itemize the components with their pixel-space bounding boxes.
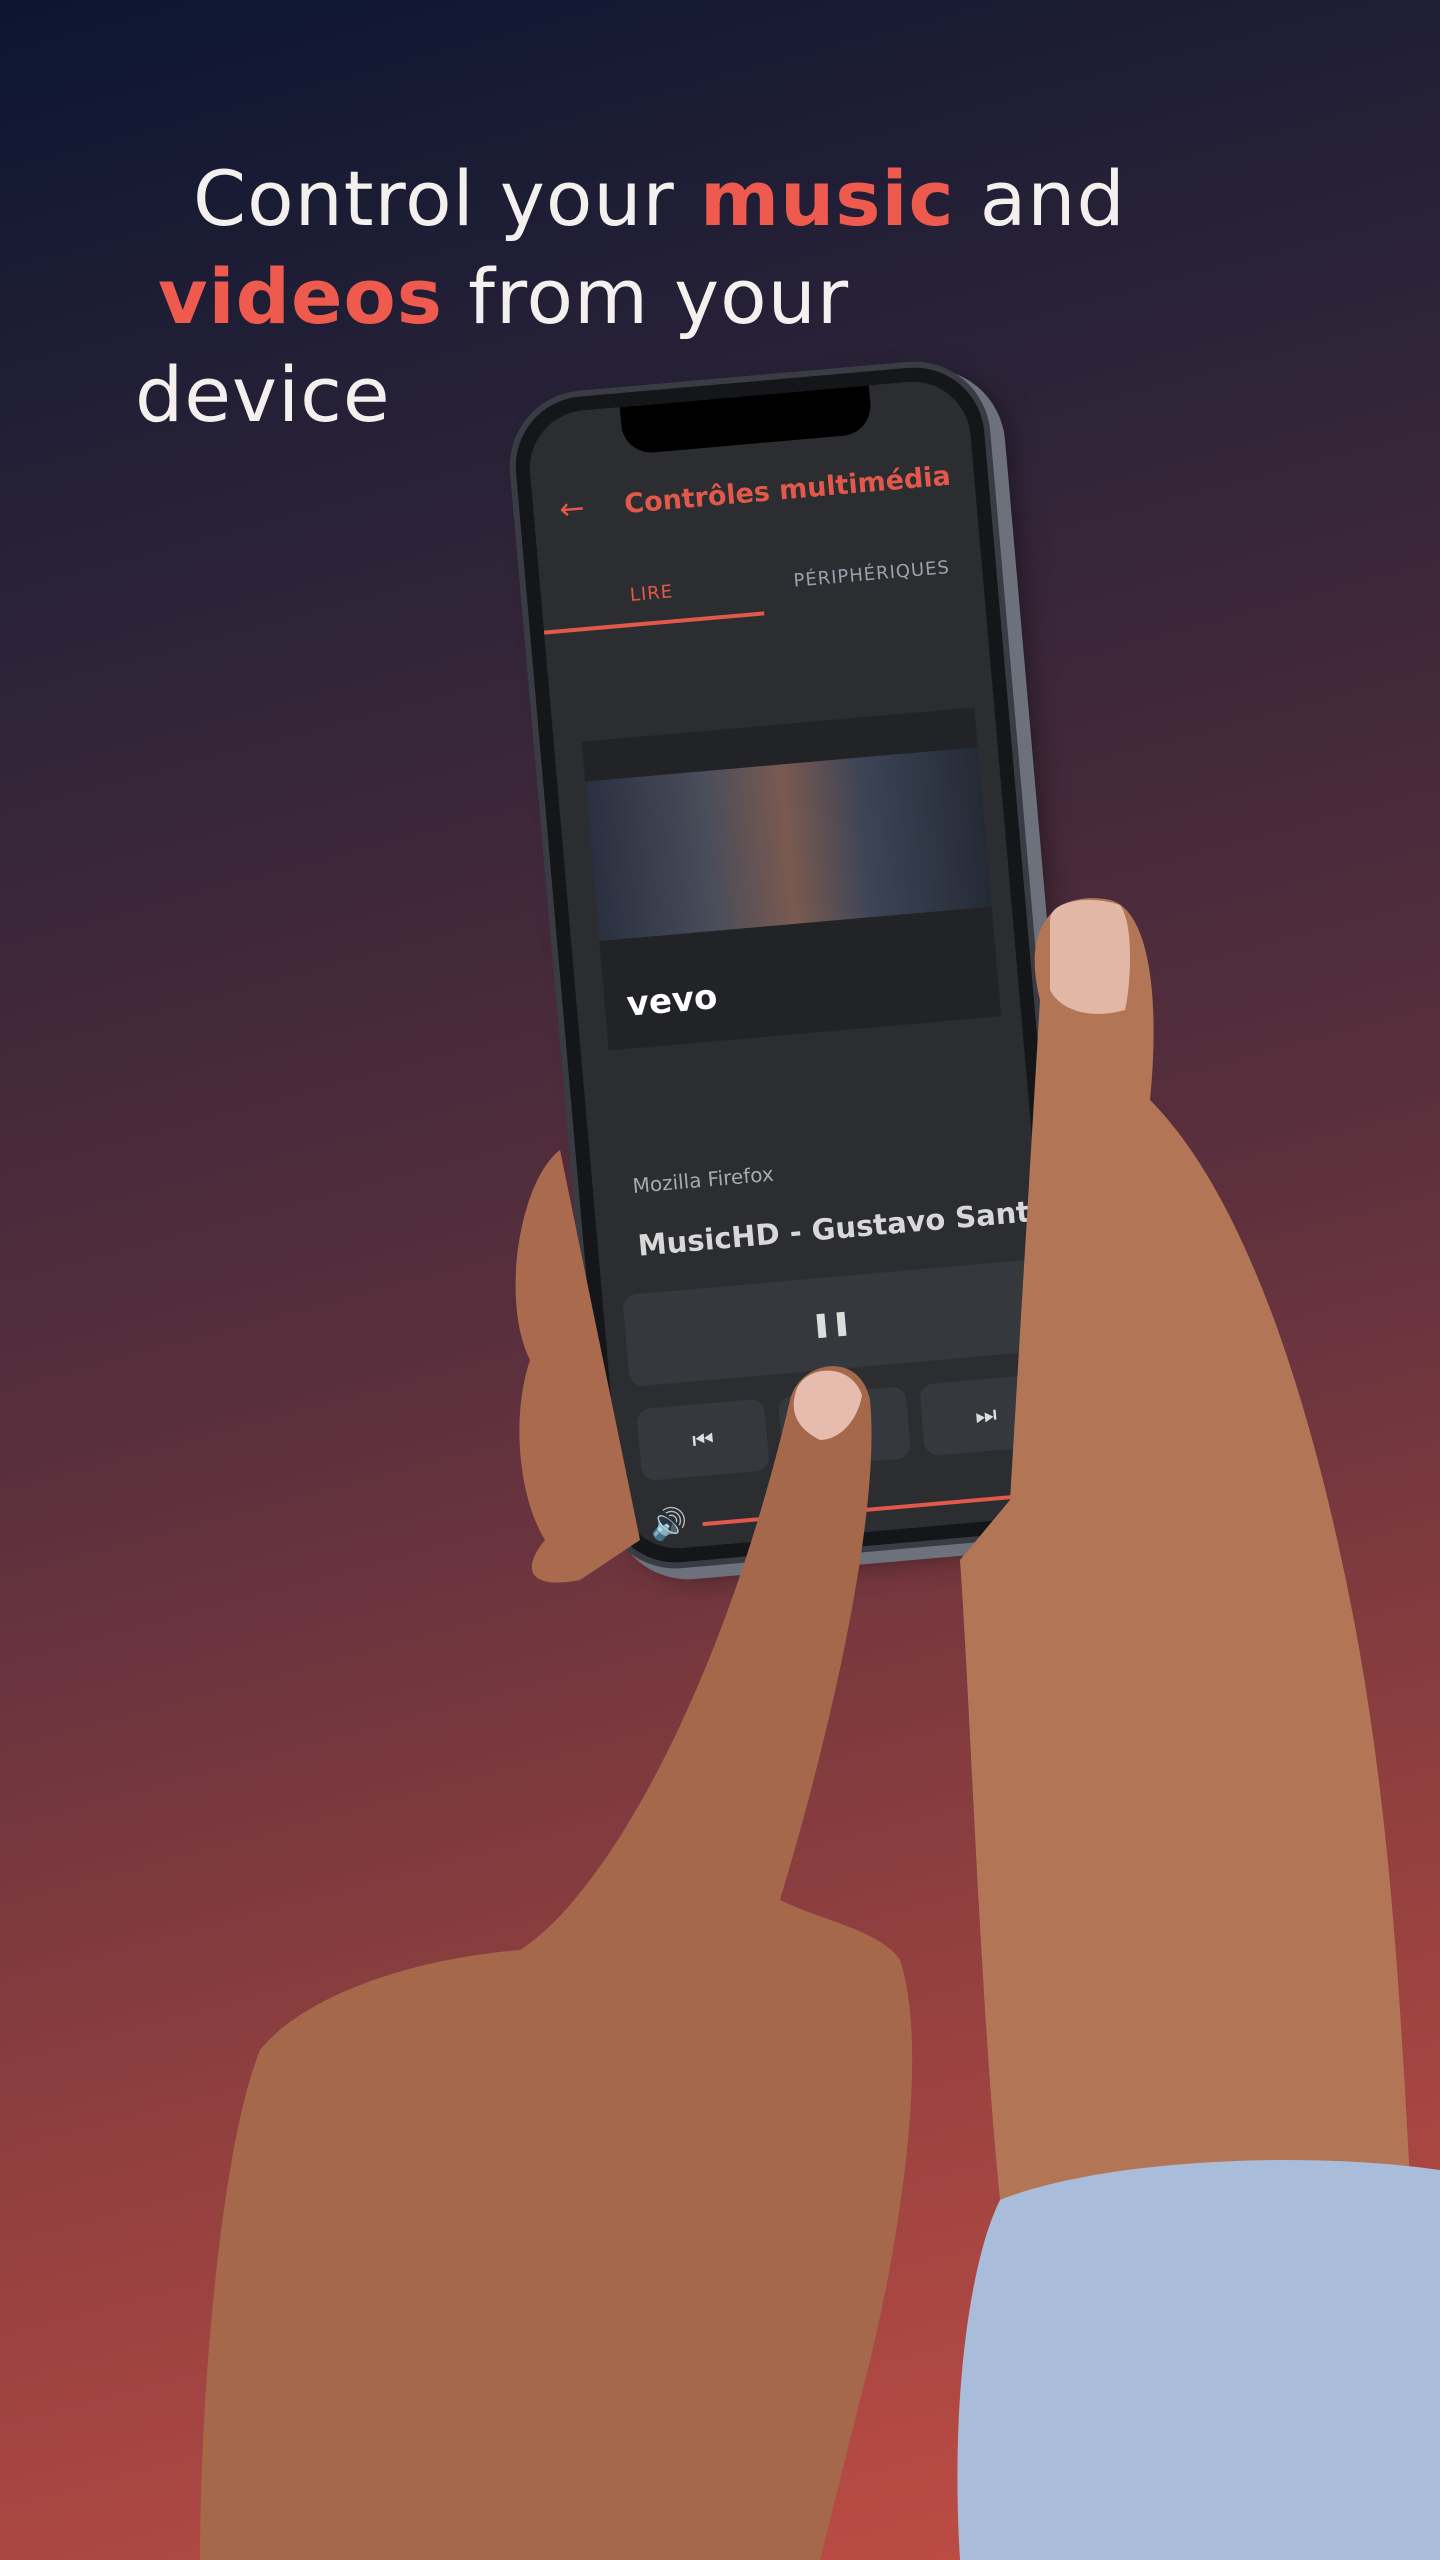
- track-title: MusicHD - Gustavo Santaolalla: [636, 1194, 1030, 1263]
- tab-bar: LIRE PÉRIPHÉRIQUES: [538, 526, 984, 635]
- headline-text: from your: [443, 252, 850, 341]
- headline-text: Control your: [193, 154, 700, 243]
- headline-accent: videos: [158, 252, 443, 341]
- tab-peripheriques[interactable]: PÉRIPHÉRIQUES: [758, 526, 984, 615]
- thumbnail-nail: [1050, 900, 1130, 1014]
- video-brand-logo: vevo: [625, 976, 719, 1025]
- tab-lire[interactable]: LIRE: [538, 545, 765, 635]
- volume-icon[interactable]: 🔊: [649, 1506, 689, 1544]
- previous-button[interactable]: ⏮: [636, 1398, 770, 1482]
- media-source: Mozilla Firefox: [631, 1161, 775, 1198]
- skip-next-icon: ⏭: [973, 1400, 998, 1430]
- app-bar: ← Contrôles multimédia: [558, 458, 956, 528]
- phone-mockup: ← Contrôles multimédia LIRE PÉRIPHÉRIQUE…: [509, 361, 1081, 1569]
- volume-slider[interactable]: [702, 1493, 1034, 1527]
- app-title: Contrôles multimédia: [623, 460, 952, 521]
- sleeve: [957, 2160, 1440, 2560]
- skip-previous-icon: ⏮: [691, 1424, 716, 1455]
- notch: [619, 385, 873, 455]
- video-image: [585, 747, 992, 941]
- pause-icon: ❚❚: [810, 1307, 853, 1339]
- headline-text: and: [954, 154, 1126, 243]
- phone-screen: ← Contrôles multimédia LIRE PÉRIPHÉRIQUE…: [525, 376, 1065, 1554]
- video-thumbnail: vevo: [581, 707, 1002, 1051]
- next-button[interactable]: ⏭: [919, 1373, 1053, 1457]
- pause-button[interactable]: ❚❚: [622, 1259, 1041, 1387]
- arrow-left-icon[interactable]: ←: [558, 491, 586, 528]
- middle-button[interactable]: [777, 1386, 912, 1469]
- headline-accent: music: [699, 154, 955, 243]
